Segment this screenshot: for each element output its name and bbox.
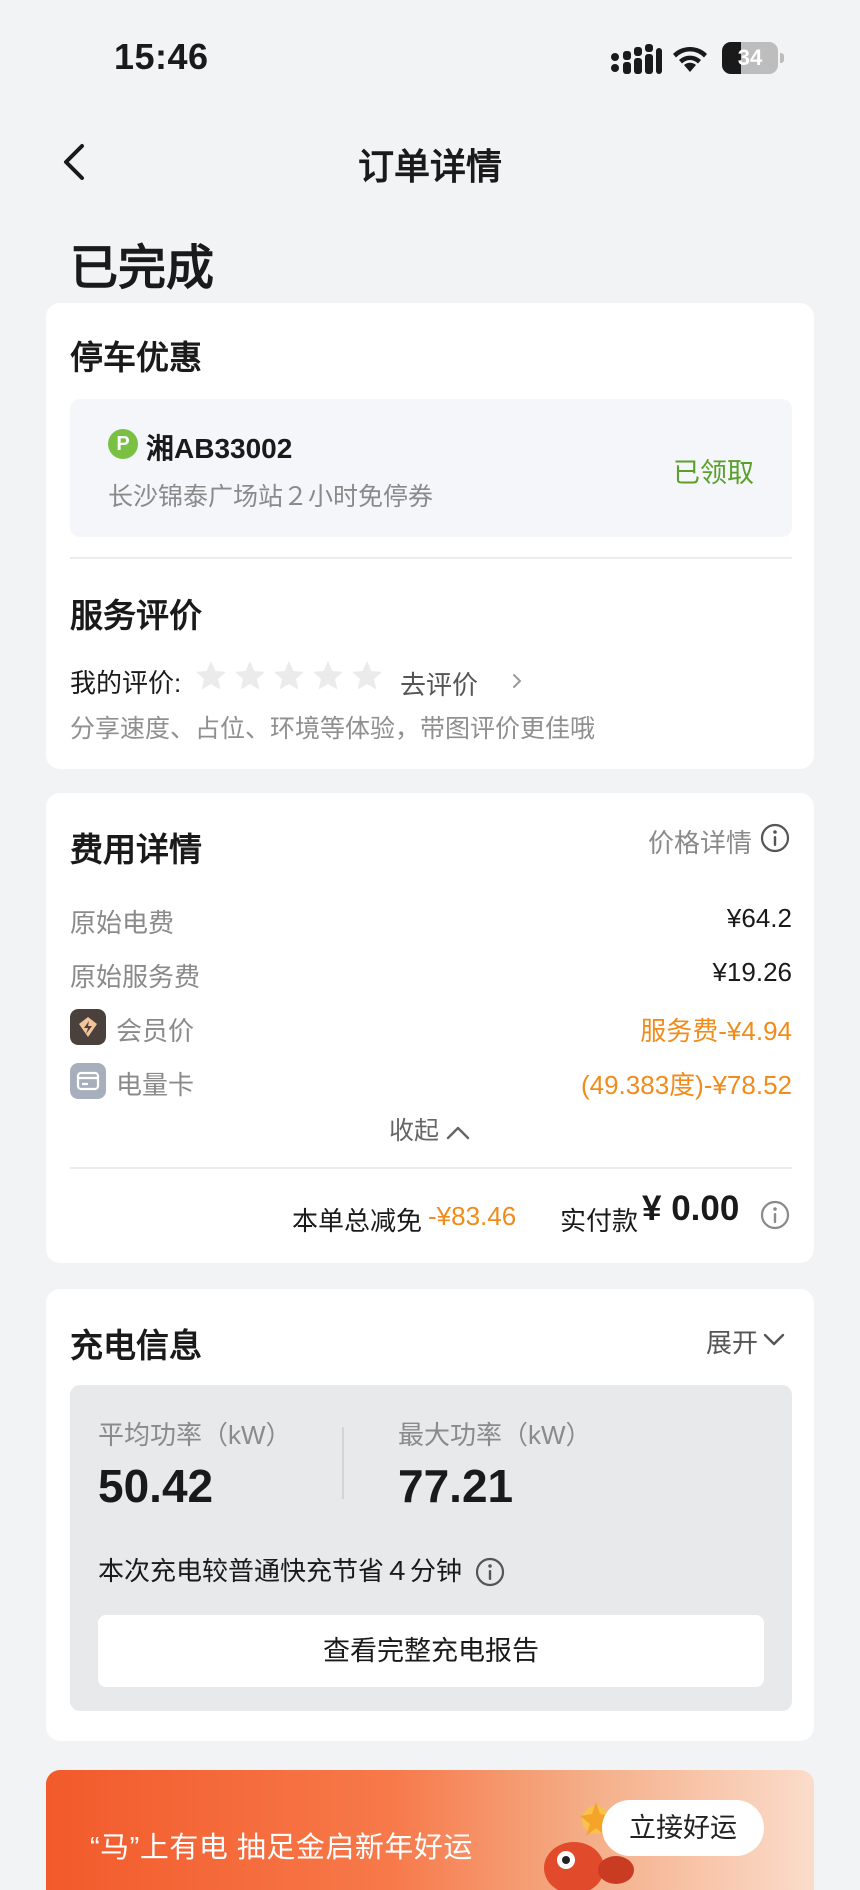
stat-separator bbox=[342, 1427, 344, 1499]
member-diamond-icon bbox=[70, 1009, 106, 1045]
fee-label: 原始电费 bbox=[70, 908, 175, 938]
paid-info-icon[interactable] bbox=[760, 1200, 790, 1230]
divider bbox=[70, 557, 792, 559]
divider bbox=[70, 1167, 792, 1169]
chevron-down-icon[interactable] bbox=[762, 1329, 786, 1349]
review-hint: 分享速度、占位、环境等体验，带图评价更佳哦 bbox=[70, 715, 596, 743]
fee-detail-card: 费用详情 价格详情 原始电费 ¥64.2 原始服务费 ¥19.26 会员价 服务… bbox=[46, 793, 814, 1263]
banner-action-button[interactable]: 立接好运 bbox=[602, 1800, 764, 1856]
star-icon[interactable] bbox=[350, 659, 384, 693]
fee-row-member: 会员价 服务费-¥4.94 bbox=[70, 1007, 792, 1047]
max-power-label: 最大功率（kW） bbox=[398, 1420, 592, 1450]
my-rating-label: 我的评价: bbox=[70, 668, 182, 698]
collapse-toggle[interactable]: 收起 bbox=[46, 1111, 814, 1147]
fee-label: 原始服务费 bbox=[70, 962, 201, 992]
promo-banner[interactable]: “马”上有电 抽足金启新年好运 立接好运 bbox=[46, 1770, 814, 1890]
wifi-icon bbox=[673, 46, 707, 72]
charging-section-title: 充电信息 bbox=[70, 1327, 202, 1364]
chevron-up-icon bbox=[446, 1127, 470, 1140]
rating-row: 我的评价: 去评价 bbox=[70, 659, 792, 702]
battery-icon: 34 bbox=[722, 42, 784, 74]
price-detail-link[interactable]: 价格详情 bbox=[648, 823, 752, 860]
fee-row-electricity: 原始电费 ¥64.2 bbox=[70, 899, 792, 939]
avg-power-label: 平均功率（kW） bbox=[98, 1420, 292, 1450]
star-icon[interactable] bbox=[233, 659, 267, 693]
parking-review-card: 停车优惠 P 湘AB33002 长沙锦泰广场站２小时免停券 已领取 服务评价 我… bbox=[46, 303, 814, 769]
max-power-value: 77.21 bbox=[398, 1460, 514, 1512]
banner-text: “马”上有电 抽足金启新年好运 bbox=[90, 1832, 473, 1864]
card-icon bbox=[70, 1063, 106, 1099]
coupon-description: 长沙锦泰广场站２小时免停券 bbox=[108, 483, 434, 511]
battery-percent: 34 bbox=[737, 45, 763, 70]
status-bar: 15:46 34 bbox=[0, 0, 860, 110]
fee-row-service: 原始服务费 ¥19.26 bbox=[70, 953, 792, 993]
parking-p-icon: P bbox=[108, 429, 138, 459]
charging-info-card: 充电信息 展开 平均功率（kW） 50.42 最大功率（kW） 77.21 本次… bbox=[46, 1289, 814, 1741]
total-discount-value: -¥83.46 bbox=[428, 1201, 517, 1231]
fee-label: 电量卡 bbox=[116, 1070, 195, 1100]
fee-row-card: 电量卡 (49.383度)-¥78.52 bbox=[70, 1061, 792, 1101]
collapse-label: 收起 bbox=[388, 1117, 439, 1145]
view-report-button[interactable]: 查看完整充电报告 bbox=[98, 1615, 764, 1687]
expand-toggle[interactable]: 展开 bbox=[706, 1323, 758, 1360]
charging-stats: 平均功率（kW） 50.42 最大功率（kW） 77.21 本次充电较普通快充节… bbox=[70, 1385, 792, 1711]
save-info-icon[interactable] bbox=[475, 1557, 505, 1587]
order-status: 已完成 bbox=[70, 242, 215, 295]
avg-power-value: 50.42 bbox=[98, 1460, 214, 1512]
fee-value: 服务费-¥4.94 bbox=[640, 1016, 792, 1046]
fee-value: (49.383度)-¥78.52 bbox=[580, 1070, 792, 1100]
nav-bar: 订单详情 bbox=[0, 130, 860, 194]
parking-coupon[interactable]: P 湘AB33002 长沙锦泰广场站２小时免停券 已领取 bbox=[70, 399, 792, 537]
go-rate-link[interactable]: 去评价 bbox=[400, 665, 478, 702]
parking-section-title: 停车优惠 bbox=[70, 339, 202, 376]
star-icon[interactable] bbox=[194, 659, 228, 693]
fee-section-title: 费用详情 bbox=[70, 831, 202, 868]
paid-label: 实付款 bbox=[560, 1206, 639, 1236]
coupon-status: 已领取 bbox=[673, 458, 754, 488]
review-section-title: 服务评价 bbox=[70, 597, 202, 634]
time-saved-note: 本次充电较普通快充节省４分钟 bbox=[98, 1551, 505, 1588]
paid-amount: ¥ 0.00 bbox=[642, 1189, 740, 1228]
fee-label: 会员价 bbox=[116, 1016, 195, 1046]
time-saved-text: 本次充电较普通快充节省４分钟 bbox=[98, 1556, 463, 1586]
star-icon[interactable] bbox=[311, 659, 345, 693]
fee-value: ¥64.2 bbox=[726, 903, 792, 933]
license-plate: 湘AB33002 bbox=[146, 433, 293, 464]
fee-value: ¥19.26 bbox=[712, 957, 792, 987]
total-discount-label: 本单总减免 bbox=[292, 1206, 423, 1236]
info-icon[interactable] bbox=[760, 823, 790, 853]
chevron-right-icon[interactable] bbox=[510, 671, 524, 691]
star-icon[interactable] bbox=[272, 659, 306, 693]
page-title: 订单详情 bbox=[357, 146, 502, 187]
cellular-signal-icon bbox=[611, 44, 662, 74]
status-time: 15:46 bbox=[114, 36, 209, 77]
